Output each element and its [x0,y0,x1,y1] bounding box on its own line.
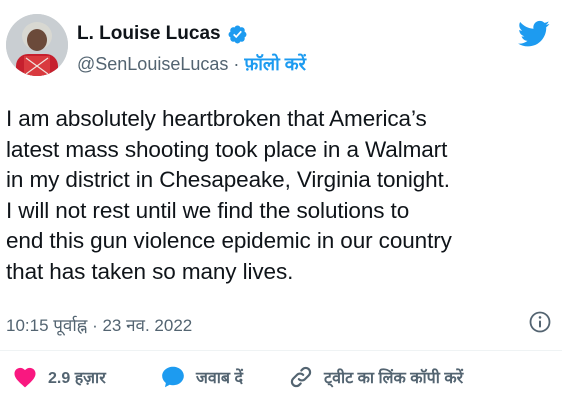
link-icon [290,366,312,388]
copy-link-label: ट्वीट का लिंक कॉपी करें [324,370,464,387]
follow-button[interactable]: फ़ॉलो करें [244,54,306,74]
avatar[interactable] [6,14,68,76]
speech-bubble-icon [162,366,184,388]
info-icon[interactable] [528,310,552,334]
action-bar: 2.9 हज़ार जवाब दें ट्वीट का लिंक कॉपी कर… [0,364,562,394]
author-name[interactable]: L. Louise Lucas [77,23,221,45]
author-handle-row: @SenLouiseLucas · फ़ॉलो करें [77,52,306,76]
author-handle[interactable]: @SenLouiseLucas [77,54,228,74]
avatar-image [6,14,68,76]
divider [0,350,562,351]
tweet-timestamp[interactable]: 10:15 पूर्वाह्न · 23 नव. 2022 [6,313,192,336]
like-button[interactable]: 2.9 हज़ार [12,364,106,390]
twitter-bird-icon[interactable] [518,20,550,48]
author-name-row: L. Louise Lucas [77,23,248,45]
reply-button[interactable]: जवाब दें [160,364,243,390]
tweet-text: I am absolutely heartbroken that America… [6,106,452,284]
reply-label: जवाब दें [196,370,243,387]
like-count: 2.9 हज़ार [48,370,106,387]
handle-separator: · [228,54,245,74]
tweet-card: L. Louise Lucas @SenLouiseLucas · फ़ॉलो … [0,0,562,400]
heart-icon [14,367,36,388]
copy-link-button[interactable]: ट्वीट का लिंक कॉपी करें [288,364,463,390]
verified-badge-icon [228,25,247,43]
